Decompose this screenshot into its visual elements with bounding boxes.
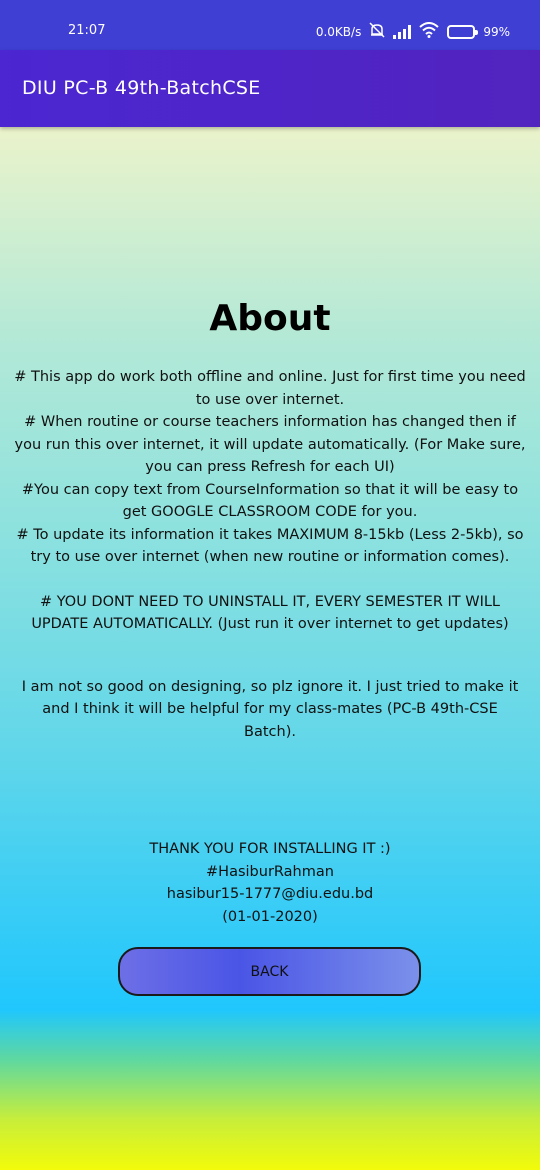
about-paragraph-uninstall: # YOU DONT NEED TO UNINSTALL IT, EVERY S… bbox=[31, 593, 509, 633]
wifi-icon bbox=[419, 22, 439, 42]
app-bar: DIU PC-B 49th-BatchCSE bbox=[0, 50, 540, 127]
app-title: DIU PC-B 49th-BatchCSE bbox=[22, 77, 261, 99]
about-paragraph-data-usage: # To update its information it takes MAX… bbox=[16, 526, 524, 566]
about-paragraph-copy: #You can copy text from CourseInformatio… bbox=[21, 481, 519, 521]
about-paragraph-update: # When routine or course teachers inform… bbox=[14, 414, 526, 475]
battery-icon bbox=[447, 25, 479, 39]
back-button[interactable]: BACK bbox=[118, 947, 421, 996]
about-paragraph-offline: # This app do work both offline and onli… bbox=[14, 369, 526, 408]
signal-icon bbox=[393, 25, 412, 39]
status-time: 21:07 bbox=[68, 23, 106, 38]
back-button-label: BACK bbox=[250, 963, 289, 980]
status-bar: 21:07 0.0KB/s 99% bbox=[0, 0, 540, 50]
release-date: (01-01-2020) bbox=[222, 908, 318, 925]
status-right: 0.0KB/s 99% bbox=[316, 22, 510, 42]
mute-icon bbox=[369, 22, 385, 42]
network-speed: 0.0KB/s bbox=[315, 25, 362, 39]
about-heading: About bbox=[209, 298, 331, 339]
about-paragraph-design-note: I am not so good on designing, so plz ig… bbox=[21, 678, 519, 740]
about-body: # This app do work both offline and onli… bbox=[10, 366, 530, 743]
thanks-line: THANK YOU FOR INSTALLING IT :) bbox=[149, 841, 391, 857]
author-hashtag: #HasiburRahman bbox=[206, 863, 334, 880]
author-email: hasibur15-1777@diu.edu.bd bbox=[166, 886, 374, 902]
thanks-block: THANK YOU FOR INSTALLING IT :) #HasiburR… bbox=[0, 838, 540, 928]
battery-percent: 99% bbox=[483, 25, 510, 39]
